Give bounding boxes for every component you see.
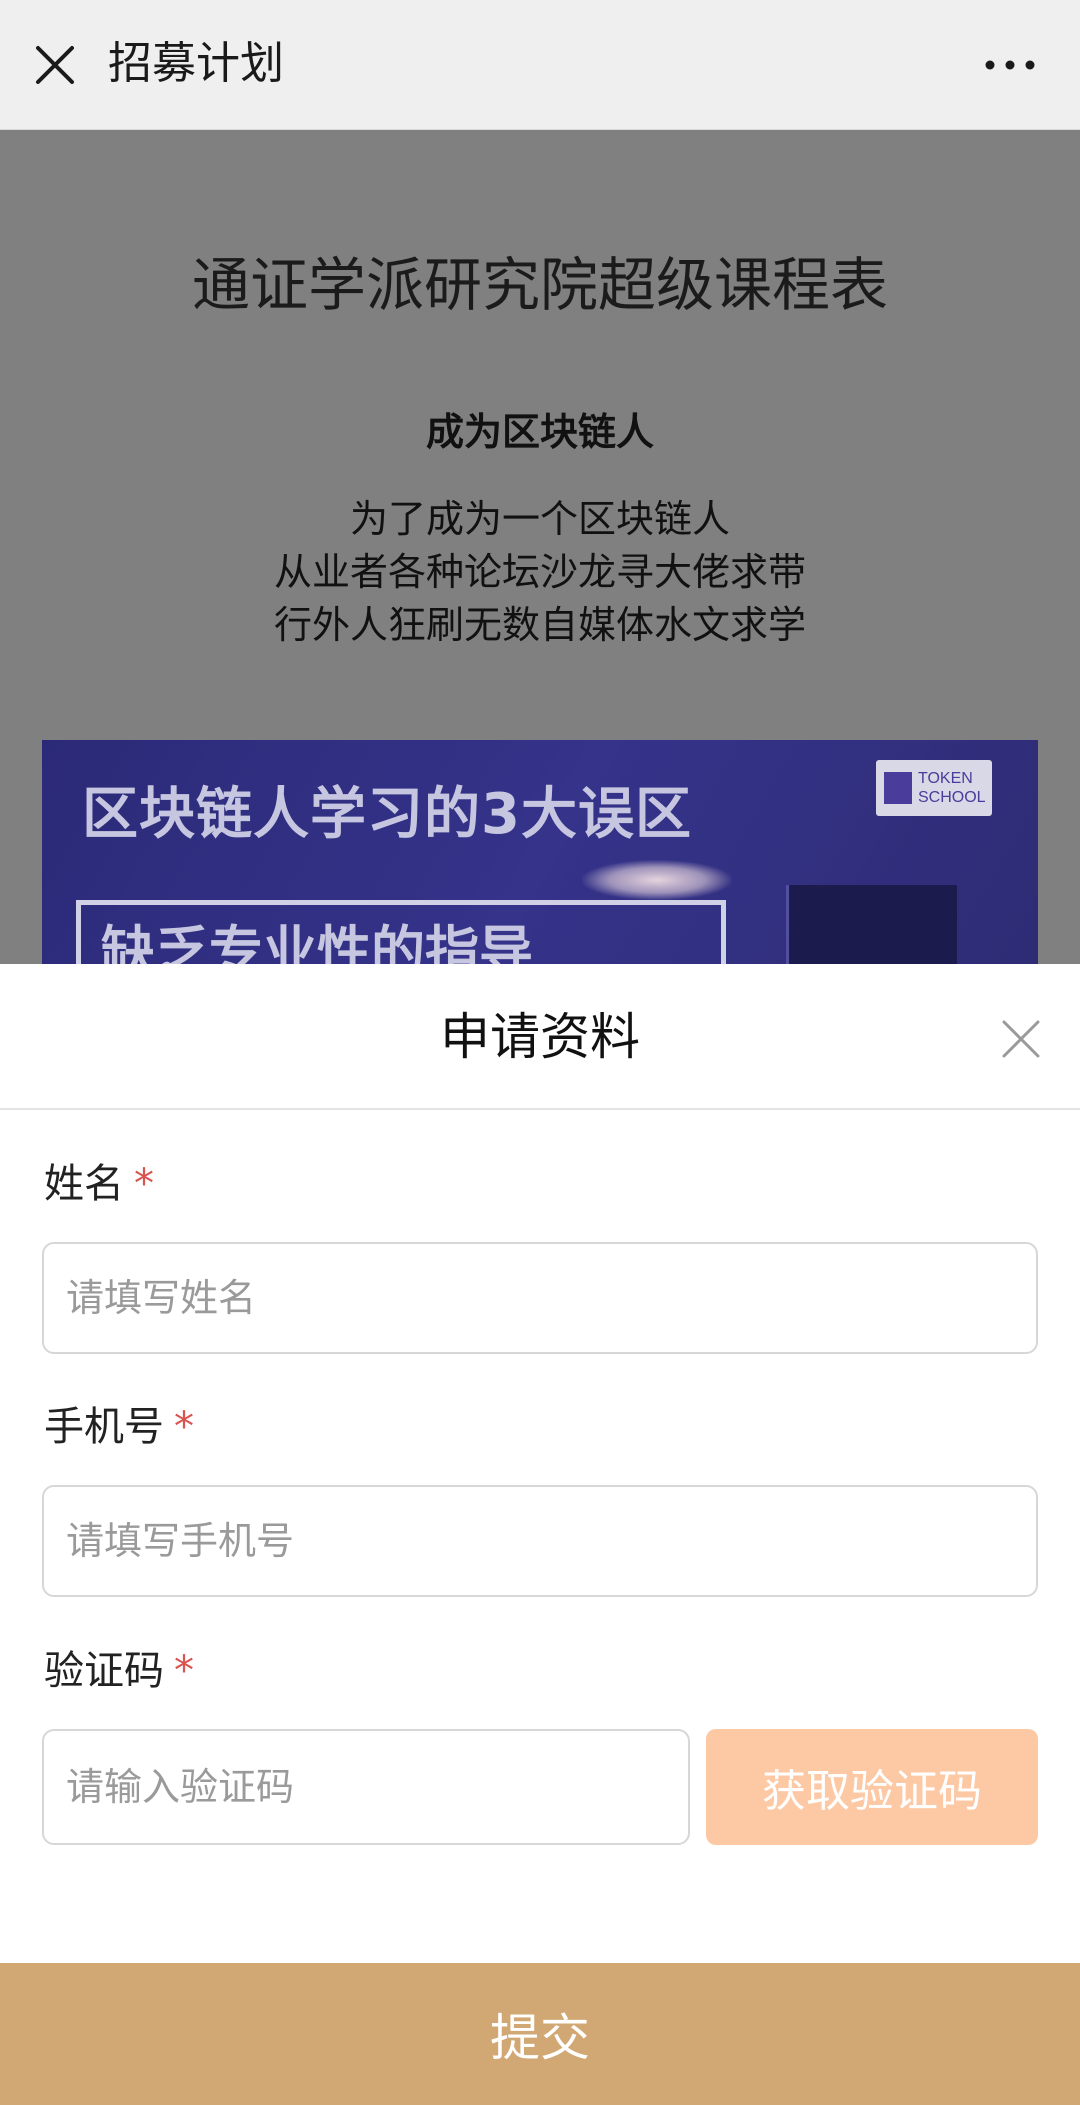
close-icon[interactable] [30, 40, 80, 90]
banner-boxed-text: 缺乏专业性的指导 [101, 920, 533, 964]
intro-line: 为了成为一个区块链人 [349, 497, 730, 541]
banner-boxed-caption: 缺乏专业性的指导 [76, 900, 726, 964]
required-mark: * [134, 1161, 154, 1207]
cloud-decoration [582, 860, 732, 900]
verification-code-input[interactable] [42, 1729, 690, 1845]
submit-button[interactable]: 提交 [0, 1963, 1080, 2105]
sheet-header: 申请资料 [0, 964, 1080, 1110]
phone-label: 手机号 * [44, 1404, 194, 1450]
intro-paragraph: 为了成为一个区块链人 从业者各种论坛沙龙寻大佬求带 行外人狂刷无数自媒体水文求学 [0, 493, 1080, 652]
name-label: 姓名 * [44, 1161, 154, 1207]
course-banner-image: 区块链人学习的3大误区 缺乏专业性的指导 TOKEN SCHOOL [42, 740, 1038, 964]
banner-title: 区块链人学习的3大误区 [82, 782, 692, 847]
section-subtitle: 成为区块链人 [425, 410, 654, 454]
intro-line: 从业者各种论坛沙龙寻大佬求带 [273, 550, 806, 594]
logo-text: TOKEN SCHOOL [918, 770, 986, 806]
required-mark: * [174, 1404, 194, 1450]
required-mark: * [174, 1648, 194, 1694]
more-icon[interactable] [980, 45, 1040, 85]
form-title: 申请资料 [440, 1008, 640, 1066]
get-code-button[interactable]: 获取验证码 [706, 1729, 1038, 1845]
top-nav-bar: 招募计划 [0, 0, 1080, 130]
verification-code-label: 验证码 * [44, 1648, 194, 1694]
name-input[interactable] [42, 1242, 1038, 1354]
phone-input[interactable] [42, 1485, 1038, 1597]
intro-line: 行外人狂刷无数自媒体水文求学 [273, 603, 806, 647]
course-title: 通证学派研究院超级课程表 [191, 251, 888, 319]
page-title: 招募计划 [108, 38, 284, 89]
background-page-overlay[interactable]: 通证学派研究院超级课程表 成为区块链人 为了成为一个区块链人 从业者各种论坛沙龙… [0, 130, 1080, 964]
close-icon[interactable] [996, 1014, 1046, 1064]
application-form-sheet: 申请资料 姓名* 手机号* 验证码* 获取验证码 提交 [0, 964, 1080, 2105]
book-illustration [786, 885, 957, 964]
token-school-logo: TOKEN SCHOOL [876, 760, 992, 816]
cube-icon [884, 772, 912, 804]
